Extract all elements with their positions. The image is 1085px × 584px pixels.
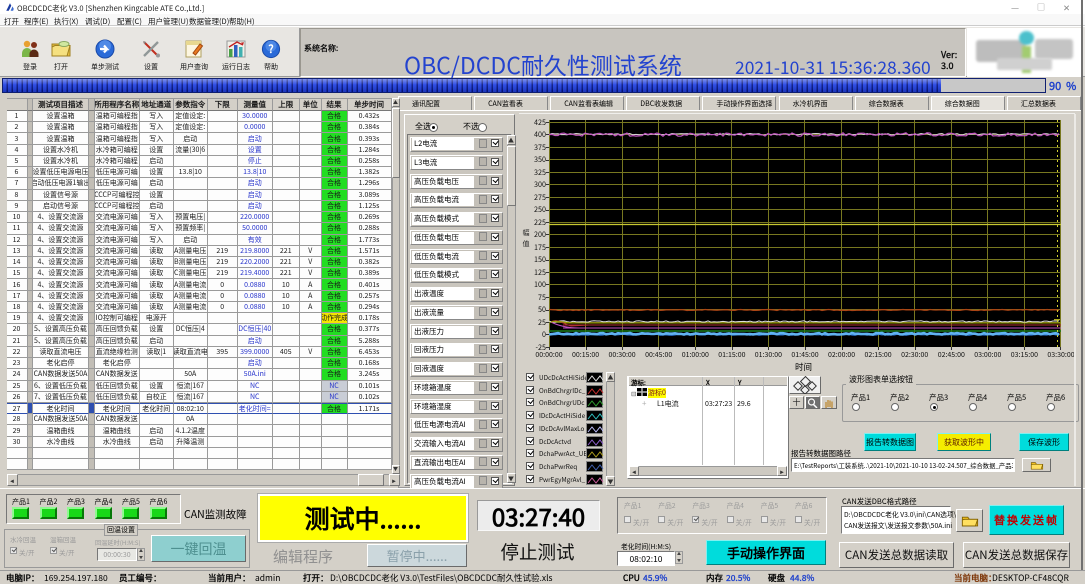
svg-text:?: ? [268, 41, 273, 57]
